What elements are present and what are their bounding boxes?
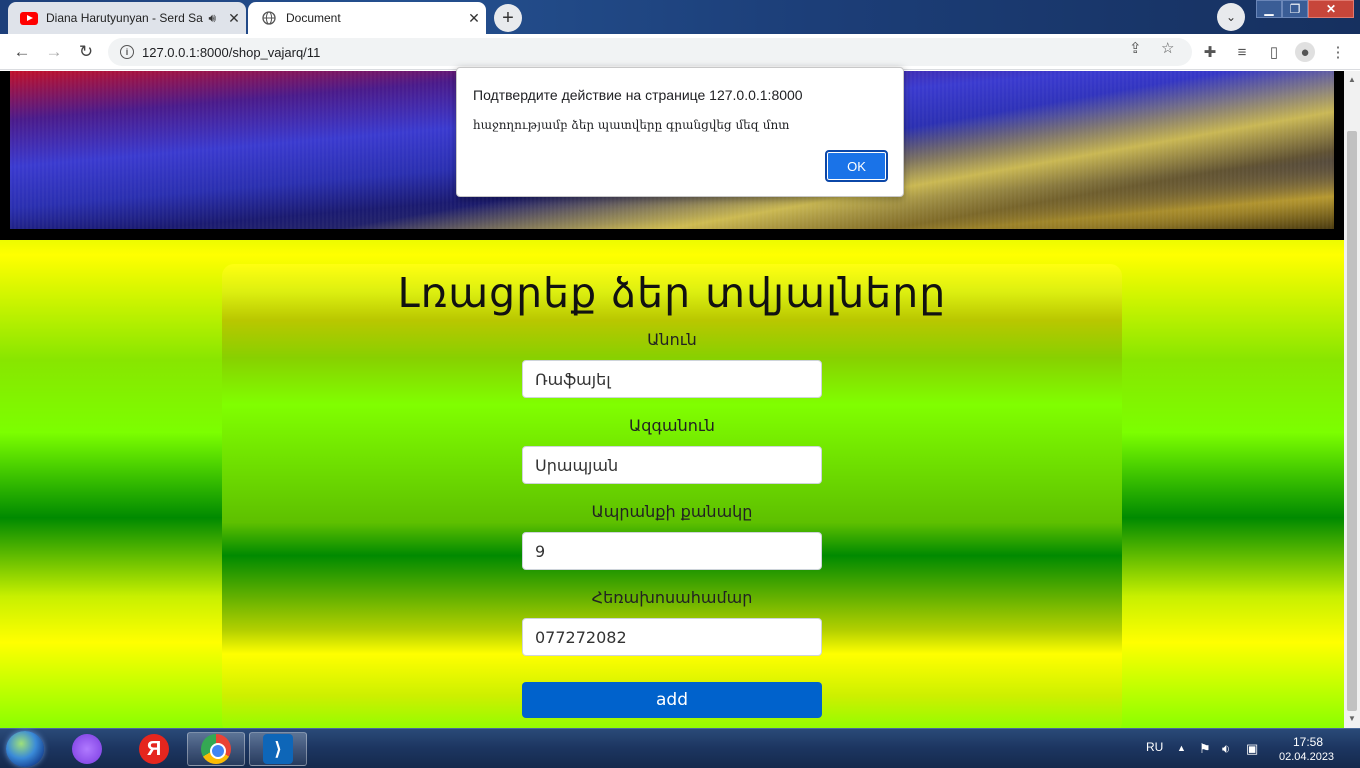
- phone-label: Հեռախոսահամար: [591, 588, 753, 607]
- last-name-input[interactable]: Սրապյան: [522, 446, 822, 484]
- quantity-input[interactable]: 9: [522, 532, 822, 570]
- clock-date[interactable]: 02.04.2023: [1279, 751, 1334, 763]
- youtube-icon: [20, 9, 38, 27]
- dialog-ok-button[interactable]: OK: [825, 150, 888, 182]
- tab-youtube[interactable]: Diana Harutyunyan - Serd Sa 🔊︎ ✕: [8, 2, 246, 34]
- network-icon[interactable]: ▣: [1246, 741, 1258, 757]
- yandex-browser-icon[interactable]: Я: [125, 732, 183, 766]
- address-bar[interactable]: i 127.0.0.1:8000/shop_vajarq/11: [108, 38, 1192, 66]
- minimize-button[interactable]: ▁: [1256, 0, 1282, 18]
- speaker-icon[interactable]: 🔊︎: [208, 11, 216, 26]
- close-window-button[interactable]: ✕: [1308, 0, 1354, 18]
- action-center-flag-icon[interactable]: ⚑: [1199, 741, 1211, 757]
- alice-app-icon[interactable]: [58, 732, 116, 766]
- scroll-down-arrow-icon[interactable]: ▼: [1348, 714, 1356, 723]
- page-scrollbar[interactable]: ▲ ▼: [1344, 71, 1360, 728]
- phone-input[interactable]: 077272082: [522, 618, 822, 656]
- add-button[interactable]: add: [522, 682, 822, 718]
- scroll-thumb[interactable]: [1347, 131, 1357, 711]
- url-text: 127.0.0.1:8000/shop_vajarq/11: [142, 44, 321, 60]
- tray-expand-arrow-icon[interactable]: ▲: [1177, 743, 1186, 753]
- vscode-app-icon[interactable]: ⟩: [249, 732, 307, 766]
- tab-document[interactable]: Document ✕: [248, 2, 486, 34]
- quantity-label: Ապրանքի քանակը: [591, 502, 753, 521]
- start-button[interactable]: [6, 731, 44, 767]
- browser-toolbar: ← → ↻ i 127.0.0.1:8000/shop_vajarq/11 ⇪ …: [0, 34, 1360, 70]
- windows-taskbar: Я ⟩ RU ▲ ⚑ 🔉︎ ▣ 17:58 02.04.2023: [0, 728, 1360, 768]
- media-queue-icon[interactable]: ≡: [1232, 42, 1252, 62]
- clock-time[interactable]: 17:58: [1293, 735, 1323, 749]
- last-name-label: Ազգանուն: [629, 416, 715, 435]
- volume-icon[interactable]: 🔉︎: [1222, 741, 1230, 757]
- side-panel-icon[interactable]: ▯: [1264, 42, 1284, 62]
- profile-avatar-icon[interactable]: ●: [1295, 42, 1315, 62]
- dialog-title: Подтвердите действие на странице 127.0.0…: [473, 87, 803, 103]
- form-title: Լռացրեք ձեր տվյալները: [397, 269, 947, 317]
- order-form: Լռացրեք ձեր տվյալները Անուն Ռաֆայել Ազգա…: [222, 264, 1122, 728]
- extensions-puzzle-icon[interactable]: ✚: [1200, 42, 1220, 62]
- reload-icon[interactable]: ↻: [74, 40, 98, 64]
- close-tab-icon[interactable]: ✕: [222, 10, 246, 27]
- confirm-dialog: Подтвердите действие на странице 127.0.0…: [456, 67, 904, 197]
- dialog-message: հաջողությամբ ձեր պատվերը գրանցվեց մեզ մո…: [473, 118, 790, 132]
- back-arrow-icon[interactable]: ←: [10, 40, 34, 64]
- tab-title: Diana Harutyunyan - Serd Sa: [46, 11, 203, 25]
- tab-search-chevron-icon[interactable]: ⌄: [1217, 3, 1245, 31]
- first-name-label: Անուն: [647, 330, 697, 349]
- new-tab-button[interactable]: +: [494, 4, 522, 32]
- globe-icon: [260, 9, 278, 27]
- close-tab-icon[interactable]: ✕: [462, 10, 486, 27]
- bookmark-star-icon[interactable]: ☆: [1161, 39, 1174, 57]
- maximize-button[interactable]: ❐: [1282, 0, 1308, 18]
- forward-arrow-icon[interactable]: →: [42, 40, 66, 64]
- first-name-input[interactable]: Ռաֆայել: [522, 360, 822, 398]
- site-info-icon[interactable]: i: [120, 45, 134, 59]
- chrome-app-icon[interactable]: [187, 732, 245, 766]
- share-icon[interactable]: ⇪: [1129, 39, 1142, 57]
- scroll-up-arrow-icon[interactable]: ▲: [1348, 75, 1356, 84]
- menu-kebab-icon[interactable]: ⋮: [1328, 42, 1348, 62]
- tab-title: Document: [286, 11, 341, 25]
- browser-tab-strip: Diana Harutyunyan - Serd Sa 🔊︎ ✕ Documen…: [0, 0, 1360, 34]
- language-indicator[interactable]: RU: [1146, 740, 1163, 754]
